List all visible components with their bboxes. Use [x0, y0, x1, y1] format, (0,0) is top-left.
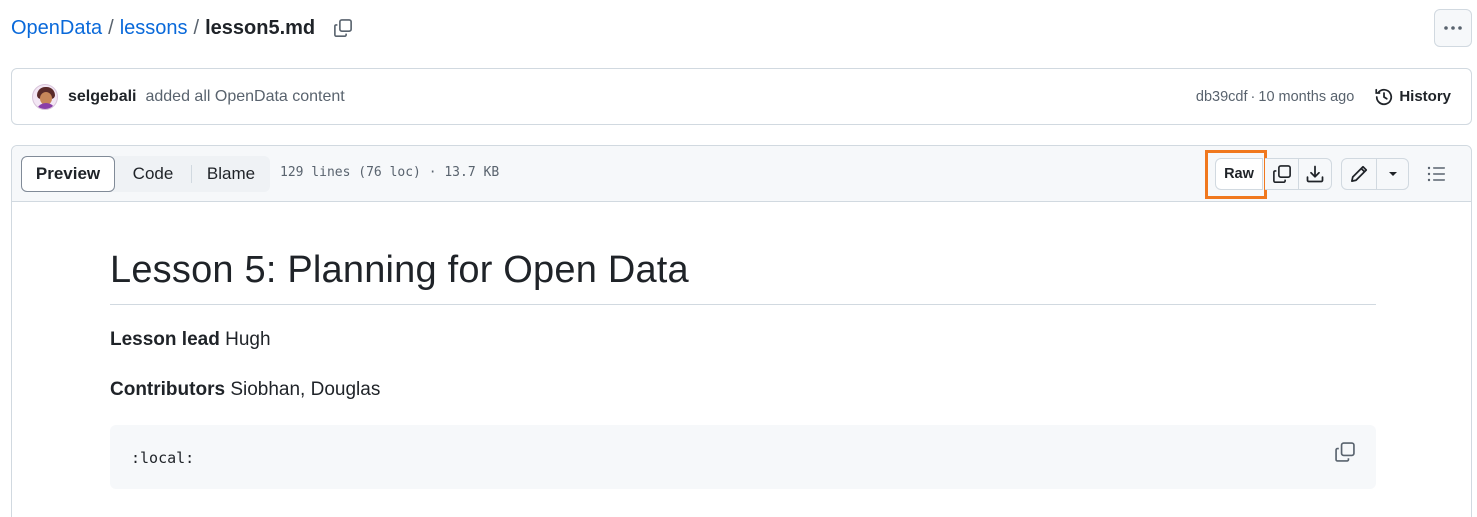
contributors-value: Siobhan, Douglas	[230, 379, 381, 400]
lesson-lead-label: Lesson lead	[110, 329, 220, 350]
code-text[interactable]: :local:	[131, 449, 194, 467]
commit-message-link[interactable]: added all OpenData content	[145, 88, 344, 106]
commit-age: 10 months ago	[1258, 88, 1355, 105]
breadcrumb-repo-link[interactable]: OpenData	[11, 17, 102, 40]
file-header: Preview Code Blame 129 lines (76 loc) · …	[12, 146, 1471, 202]
contributors-label: Contributors	[110, 379, 226, 400]
copy-path-button[interactable]	[331, 16, 355, 40]
avatar[interactable]	[32, 83, 58, 110]
raw-button[interactable]: Raw	[1215, 158, 1263, 190]
kebab-horizontal-icon	[1444, 26, 1462, 30]
copy-code-button[interactable]	[1334, 441, 1356, 463]
file-info: 129 lines (76 loc) · 13.7 KB	[280, 165, 500, 180]
copy-raw-button[interactable]	[1265, 158, 1299, 190]
breadcrumb: OpenData / lessons / lesson5.md	[11, 14, 355, 42]
tab-preview[interactable]: Preview	[21, 156, 115, 192]
triangle-down-icon	[1388, 172, 1397, 176]
breadcrumb-separator: /	[193, 16, 200, 39]
markdown-body: Lesson 5: Planning for Open Data Lesson …	[110, 202, 1376, 489]
copy-icon	[1272, 165, 1291, 183]
breadcrumb-current-file: lesson5.md	[205, 16, 316, 39]
history-label: History	[1399, 88, 1451, 105]
copy-icon	[334, 19, 353, 37]
download-button[interactable]	[1298, 158, 1332, 190]
view-mode-tabs: Preview Code Blame	[21, 156, 270, 192]
tab-code[interactable]: Code	[115, 156, 191, 192]
commit-author-link[interactable]: selgebali	[68, 88, 136, 106]
history-icon	[1375, 88, 1393, 105]
tab-blame[interactable]: Blame	[192, 156, 270, 192]
history-button[interactable]: History	[1374, 87, 1451, 107]
lesson-lead-value: Hugh	[225, 329, 271, 350]
breadcrumb-separator: /	[108, 16, 114, 39]
edit-button[interactable]	[1341, 158, 1377, 190]
list-unordered-icon	[1427, 166, 1445, 182]
commit-meta: db39cdf · 10 months ago History	[1196, 87, 1451, 107]
file-view: Preview Code Blame 129 lines (76 loc) · …	[11, 145, 1472, 517]
copy-icon	[1335, 442, 1355, 462]
latest-commit-box: selgebali added all OpenData content db3…	[11, 68, 1472, 125]
breadcrumb-folder-link[interactable]: lessons	[120, 17, 188, 40]
lesson-lead-paragraph: Lesson lead Hugh	[110, 329, 1376, 351]
commit-meta-dot: ·	[1250, 88, 1256, 105]
page-title: Lesson 5: Planning for Open Data	[110, 249, 1376, 305]
pencil-icon	[1351, 165, 1368, 182]
code-block: :local:	[110, 425, 1376, 489]
outline-button[interactable]	[1421, 158, 1451, 190]
more-options-button[interactable]	[1434, 9, 1472, 47]
commit-hash-link[interactable]: db39cdf	[1196, 89, 1248, 105]
download-icon	[1306, 165, 1324, 183]
contributors-paragraph: Contributors Siobhan, Douglas	[110, 379, 1376, 401]
edit-options-dropdown[interactable]	[1376, 158, 1409, 190]
